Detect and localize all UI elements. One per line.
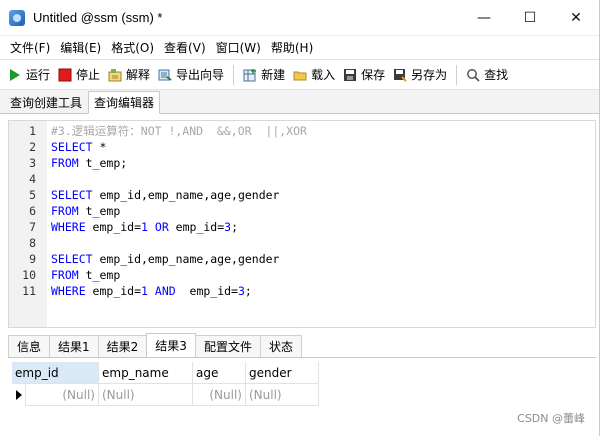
find-button[interactable]: 查找	[462, 63, 512, 87]
cell-gender[interactable]: (Null)	[246, 384, 319, 406]
code-line: 6 FROM t_emp	[29, 204, 121, 218]
save-as-icon	[393, 68, 407, 82]
export-wizard-label: 导出向导	[176, 68, 225, 82]
code-line: 5 SELECT emp_id,emp_name,age,gender	[29, 188, 280, 202]
tab-result-3[interactable]: 结果3	[146, 333, 196, 357]
explain-icon	[108, 68, 122, 82]
maximize-button[interactable]: ☐	[507, 0, 553, 36]
stop-icon	[58, 68, 72, 82]
save-as-label: 另存为	[411, 68, 448, 82]
tab-query-builder[interactable]: 查询创建工具	[4, 91, 88, 113]
tab-status[interactable]: 状态	[259, 335, 302, 357]
cell-emp-name[interactable]: (Null)	[99, 384, 193, 406]
play-icon	[8, 68, 22, 82]
code-line: 2 SELECT *	[29, 140, 107, 154]
navicat-query-window: Untitled @ssm (ssm) * — ☐ ✕ 文件(F) 编辑(E) …	[0, 0, 600, 436]
result-tabs: 信息 结果1 结果2 结果3 配置文件 状态	[8, 333, 596, 358]
code-line: 3 FROM t_emp;	[29, 156, 128, 170]
menu-view[interactable]: 查看(V)	[159, 39, 211, 56]
toolbar: 运行 停止 解释 导出向导 新建 载入 保存 另存为 查找	[0, 60, 599, 90]
code-line: 8	[29, 236, 36, 250]
app-icon	[9, 9, 25, 26]
table-row[interactable]: (Null) (Null) (Null) (Null)	[12, 384, 319, 406]
save-label: 保存	[361, 68, 386, 82]
code-line: 4	[29, 172, 36, 186]
explain-label: 解释	[126, 68, 151, 82]
close-button[interactable]: ✕	[553, 0, 599, 36]
tab-result-2[interactable]: 结果2	[97, 335, 148, 357]
tab-profile[interactable]: 配置文件	[194, 335, 261, 357]
menu-help[interactable]: 帮助(H)	[266, 39, 318, 56]
menu-file[interactable]: 文件(F)	[5, 39, 55, 56]
code-line: 9 SELECT emp_id,emp_name,age,gender	[29, 252, 280, 266]
menu-format[interactable]: 格式(O)	[106, 39, 159, 56]
title-bar: Untitled @ssm (ssm) * — ☐ ✕	[0, 0, 599, 36]
toolbar-separator	[456, 64, 458, 85]
editor-mode-tabs: 查询创建工具 查询编辑器	[0, 90, 599, 114]
load-label: 载入	[311, 68, 336, 82]
new-query-icon	[243, 68, 257, 82]
export-wizard-button[interactable]: 导出向导	[154, 63, 228, 87]
grid-header-row: emp_id emp_name age gender	[12, 362, 319, 384]
search-icon	[466, 68, 480, 82]
load-button[interactable]: 载入	[289, 63, 339, 87]
watermark-text: CSDN @蕾峰	[517, 412, 585, 425]
menu-bar: 文件(F) 编辑(E) 格式(O) 查看(V) 窗口(W) 帮助(H)	[0, 36, 599, 60]
code-line: 7 WHERE emp_id=1 OR emp_id=3;	[29, 220, 239, 234]
menu-window[interactable]: 窗口(W)	[211, 39, 266, 56]
explain-button[interactable]: 解释	[104, 63, 154, 87]
code-line: 10 FROM t_emp	[22, 268, 121, 282]
cell-emp-id[interactable]: (Null)	[26, 384, 99, 406]
window-title: Untitled @ssm (ssm) *	[33, 10, 163, 25]
tab-result-1[interactable]: 结果1	[49, 335, 99, 357]
current-row-arrow-icon	[12, 384, 26, 406]
code-line: 1 #3.逻辑运算符：NOT !,AND &&,OR ||,XOR	[29, 124, 307, 138]
new-label: 新建	[261, 68, 286, 82]
save-as-button[interactable]: 另存为	[389, 63, 451, 87]
folder-icon	[293, 68, 307, 82]
find-label: 查找	[484, 68, 509, 82]
code-line: 11 WHERE emp_id=1 AND emp_id=3;	[22, 284, 252, 298]
run-label: 运行	[26, 68, 51, 82]
stop-button[interactable]: 停止	[54, 63, 104, 87]
tab-info[interactable]: 信息	[8, 335, 51, 357]
run-button[interactable]: 运行	[4, 63, 54, 87]
code-area[interactable]: 1 #3.逻辑运算符：NOT !,AND &&,OR ||,XOR 2 SELECT…	[9, 123, 595, 299]
column-header-emp-id[interactable]: emp_id	[12, 362, 99, 384]
cell-age[interactable]: (Null)	[193, 384, 246, 406]
minimize-button[interactable]: —	[461, 0, 507, 36]
floppy-disk-icon	[343, 68, 357, 82]
column-header-age[interactable]: age	[193, 362, 246, 384]
stop-label: 停止	[76, 68, 101, 82]
result-grid[interactable]: emp_id emp_name age gender (Null) (Null)…	[12, 362, 319, 406]
new-button[interactable]: 新建	[239, 63, 289, 87]
column-header-gender[interactable]: gender	[246, 362, 319, 384]
sql-editor[interactable]: 1 #3.逻辑运算符：NOT !,AND &&,OR ||,XOR 2 SELECT…	[8, 120, 596, 328]
toolbar-separator	[233, 64, 235, 85]
column-header-emp-name[interactable]: emp_name	[99, 362, 193, 384]
tab-query-editor[interactable]: 查询编辑器	[88, 91, 161, 114]
save-button[interactable]: 保存	[339, 63, 389, 87]
menu-edit[interactable]: 编辑(E)	[55, 39, 106, 56]
export-icon	[158, 68, 172, 82]
